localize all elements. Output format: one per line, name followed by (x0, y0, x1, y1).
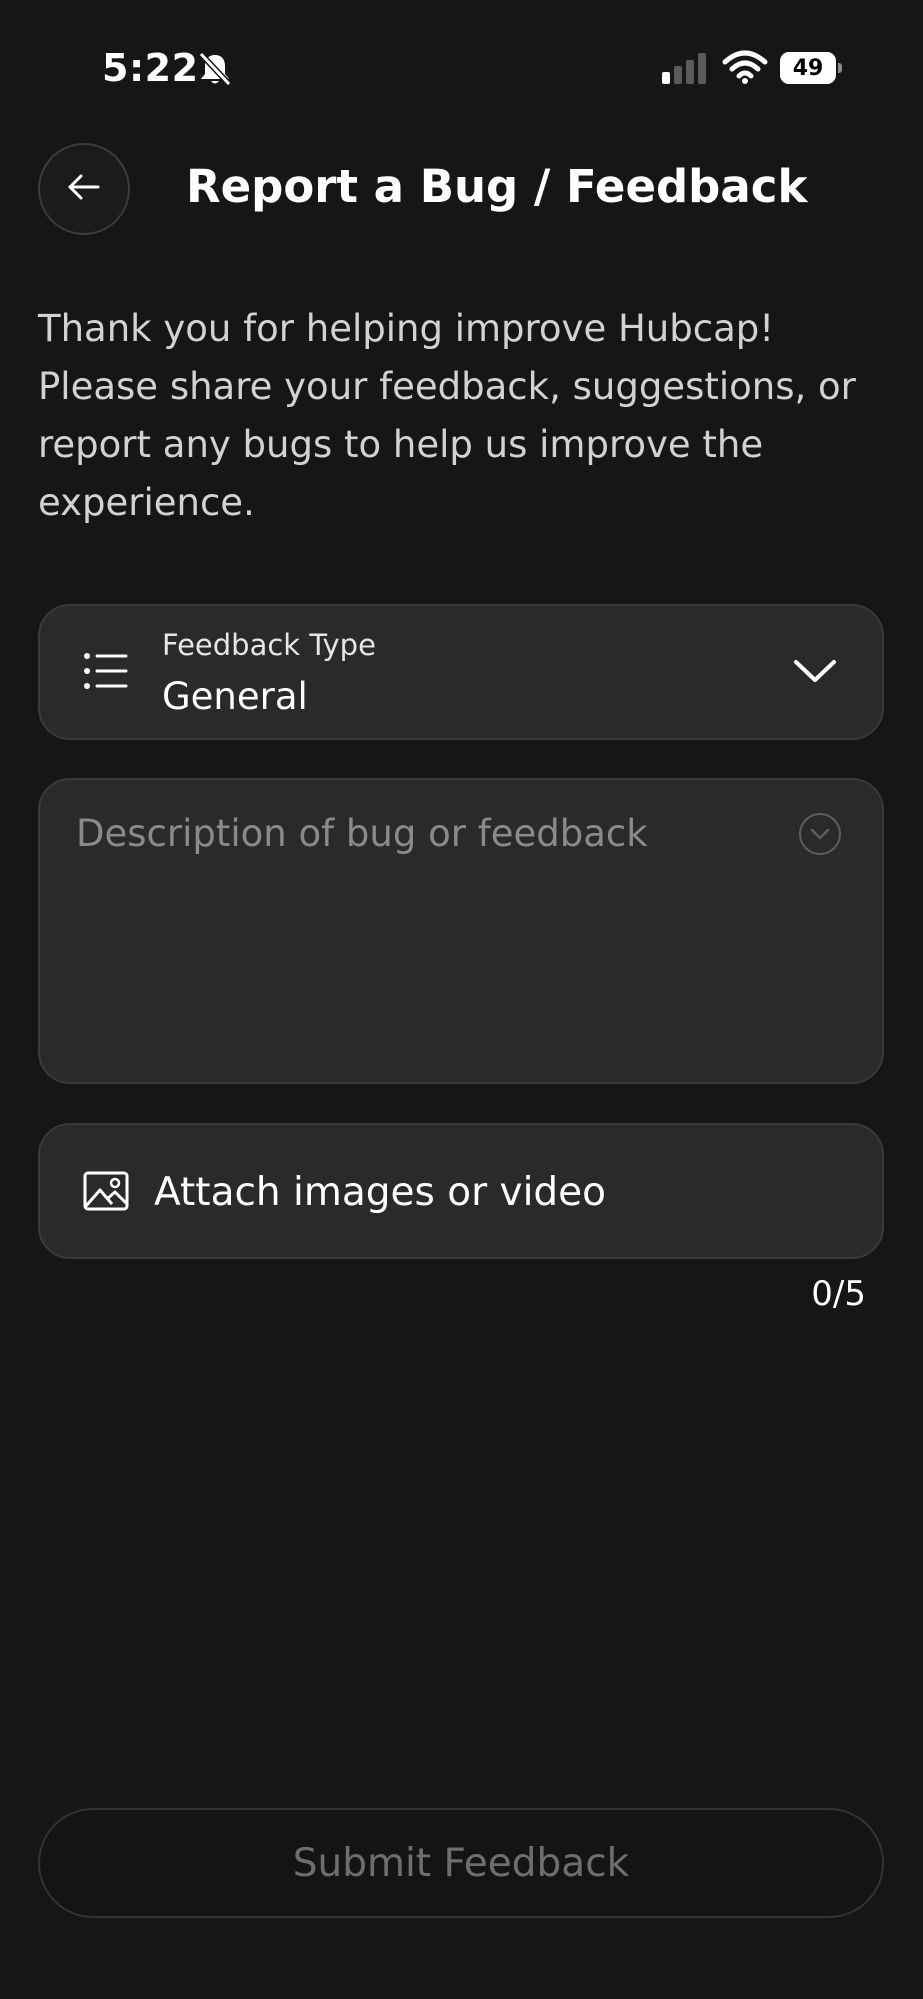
attachment-count: 0/5 (811, 1274, 866, 1314)
feedback-type-select[interactable] (38, 604, 884, 740)
page-title: Report a Bug / Feedback (186, 160, 808, 213)
intro-text: Thank you for helping improve Hubcap! Pl… (38, 307, 856, 524)
attach-media-label: Attach images or video (154, 1170, 607, 1215)
wifi-icon (722, 50, 768, 84)
signal-icon (662, 52, 708, 84)
feedback-type-value: General (162, 675, 308, 718)
chevron-down-icon[interactable] (792, 656, 838, 686)
back-button[interactable] (38, 143, 130, 235)
arrow-left-icon (66, 172, 102, 206)
description-input[interactable] (76, 812, 776, 1052)
battery-icon: 49 (780, 52, 844, 84)
bell-muted-icon (196, 50, 234, 88)
list-icon (82, 650, 130, 692)
status-time: 5:22 (102, 46, 199, 90)
feedback-type-label: Feedback Type (162, 628, 376, 662)
collapse-chevron-icon[interactable] (797, 811, 843, 857)
image-icon (82, 1170, 130, 1212)
battery-level: 49 (780, 52, 836, 84)
submit-feedback-button[interactable]: Submit Feedback (38, 1808, 884, 1918)
